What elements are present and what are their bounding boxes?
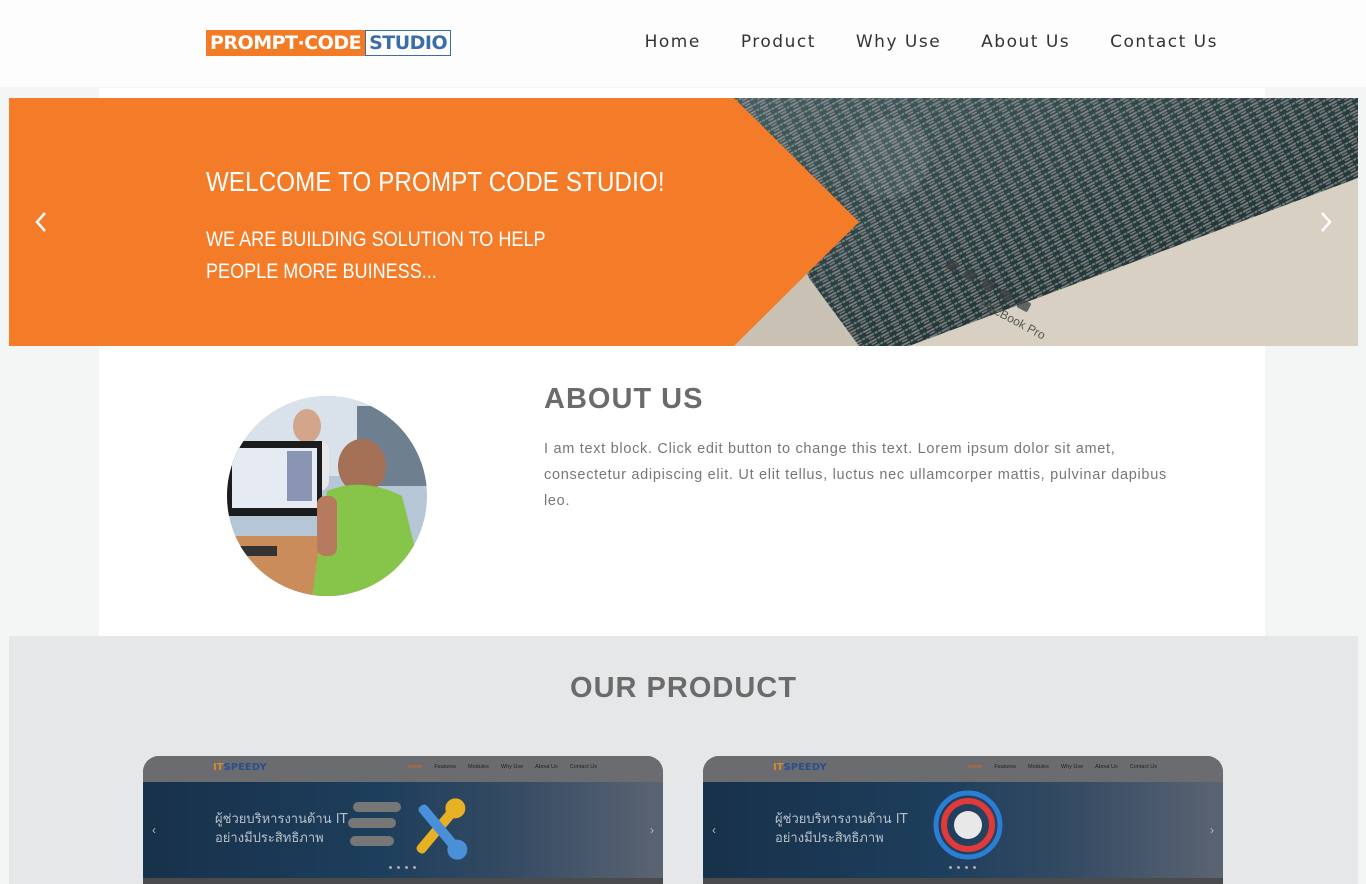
target-icon [933,790,1003,860]
product-title: OUR PRODUCT [570,672,797,704]
carousel-dots [389,866,416,869]
product-banner-line1: ผู้ช่วยบริหารงานด้าน IT [775,812,908,827]
product-banner-text: ผู้ช่วยบริหารงานด้าน IT อย่างมีประสิทธิภ… [215,810,348,848]
slider-prev-arrow[interactable] [29,206,53,238]
product-preview-header: ITSPEEDY Home Features Modules Why Use A… [703,756,1223,782]
orange-chevron-panel [9,98,859,346]
slide-subtitle-line1: WE ARE BUILDING SOLUTION TO HELP [206,228,546,251]
product-banner-line2: อย่างมีประสิทธิภาพ [215,831,324,846]
product-preview-banner: ผู้ช่วยบริหารงานด้าน IT อย่างมีประสิทธิภ… [143,782,663,878]
preview-nav-item: Features [994,764,1017,770]
preview-nav-item: Modules [468,764,489,770]
about-photo [227,396,427,596]
product-banner-line1: ผู้ช่วยบริหารงานด้าน IT [215,812,348,827]
preview-nav-item: Contact Us [1129,764,1157,770]
logo-studio: STUDIO [365,30,452,56]
about-text: I am text block. Click edit button to ch… [544,441,1167,509]
preview-nav-item: Modules [1028,764,1049,770]
nav-why-use[interactable]: Why Use [856,32,941,52]
product-card-2[interactable]: ITSPEEDY Home Features Modules Why Use A… [703,756,1223,884]
product-logo-name: SPEEDY [783,762,827,773]
product-banner-line2: อย่างมีประสิทธิภาพ [775,831,884,846]
nav-product[interactable]: Product [741,32,816,52]
product-logo-prefix: IT [213,762,224,773]
logo-prompt-code: PROMPT·CODE [206,30,366,56]
nav-contact-us[interactable]: Contact Us [1110,32,1218,52]
product-preview-banner: ผู้ช่วยบริหารงานด้าน IT อย่างมีประสิทธิภ… [703,782,1223,878]
chevron-right-icon[interactable]: › [643,820,661,840]
slide-title: WELCOME TO PROMPT CODE STUDIO! [206,166,665,197]
product-card-1[interactable]: ITSPEEDY Home Features Modules Why Use A… [143,756,663,884]
preview-nav-item: Features [434,764,457,770]
preview-nav-item: Contact Us [569,764,597,770]
product-logo: ITSPEEDY [213,762,267,773]
nav-home[interactable]: Home [645,32,701,52]
preview-nav-item: Home [967,764,983,770]
product-logo-prefix: IT [773,762,784,773]
product-preview-nav: Home Features Modules Why Use About Us C… [968,764,1157,770]
product-section: OUR PRODUCT ITSPEEDY Home Features Modul… [9,636,1358,884]
chevron-left-icon [35,212,46,232]
site-logo[interactable]: PROMPT·CODE STUDIO [206,30,452,56]
slide-subtitle-line2: PEOPLE MORE BUINESS... [206,260,437,283]
product-preview-nav: Home Features Modules Why Use About Us C… [408,764,597,770]
chevron-left-icon[interactable]: ‹ [705,820,723,840]
preview-nav-item: About Us [535,764,558,770]
main-nav: Home Product Why Use About Us Contact Us [645,32,1218,52]
chevron-right-icon [1321,212,1332,232]
office-workers-image [227,396,427,596]
nav-about-us[interactable]: About Us [981,32,1070,52]
preview-nav-item: Home [407,764,423,770]
product-logo-name: SPEEDY [223,762,267,773]
product-preview-footer [143,878,663,884]
chevron-right-icon[interactable]: › [1203,820,1221,840]
site-header: PROMPT·CODE STUDIO Home Product Why Use … [0,0,1366,87]
product-preview-header: ITSPEEDY Home Features Modules Why Use A… [143,756,663,782]
preview-nav-item: Why Use [500,764,524,770]
preview-nav-item: Why Use [1060,764,1084,770]
carousel-dots [949,866,976,869]
tools-icon [348,798,468,860]
about-title: ABOUT US [544,383,704,415]
hero-slider: MacBook Pro WELCOME TO PROMPT CODE STUDI… [9,98,1358,346]
product-banner-text: ผู้ช่วยบริหารงานด้าน IT อย่างมีประสิทธิภ… [775,810,908,848]
slide-subtitle: WE ARE BUILDING SOLUTION TO HELP PEOPLE … [206,224,584,288]
slider-next-arrow[interactable] [1314,206,1338,238]
product-logo: ITSPEEDY [773,762,827,773]
chevron-left-icon[interactable]: ‹ [145,820,163,840]
preview-nav-item: About Us [1095,764,1118,770]
product-preview-footer [703,878,1223,884]
